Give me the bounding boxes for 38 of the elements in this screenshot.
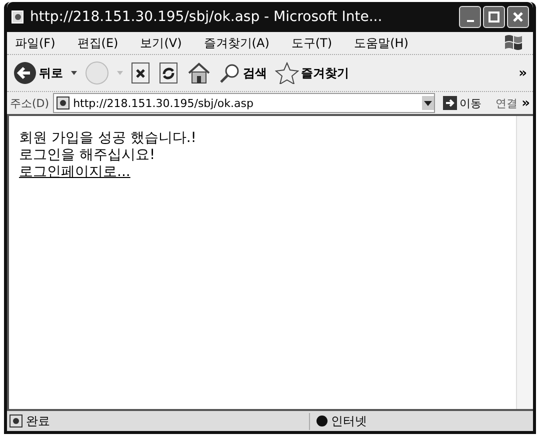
minimize-icon xyxy=(466,20,474,22)
menu-item[interactable]: 도움말(H) xyxy=(354,34,408,52)
toolbar-overflow-button[interactable]: » xyxy=(518,66,527,80)
maximize-button[interactable] xyxy=(483,6,505,28)
menu-item[interactable]: 편집(E) xyxy=(77,34,118,52)
menu-item[interactable]: 파일(F) xyxy=(15,34,56,52)
favorites-button[interactable]: 즐겨찾기 xyxy=(275,62,349,84)
links-overflow-button[interactable]: » xyxy=(522,96,530,110)
status-text: 완료 xyxy=(26,412,50,430)
close-button[interactable] xyxy=(507,6,529,28)
page-text: 로그인을 해주십시요! xyxy=(19,147,156,164)
page-link[interactable]: 로그인페이지로... xyxy=(19,164,130,181)
search-button[interactable]: 검색 xyxy=(219,62,267,84)
menu-item[interactable]: 도구(T) xyxy=(291,34,332,52)
dropdown-arrow-icon[interactable] xyxy=(71,71,77,75)
zone-text: 인터넷 xyxy=(331,412,367,430)
page-icon xyxy=(11,10,25,24)
close-icon xyxy=(512,11,524,23)
address-label: 주소(D) xyxy=(10,96,50,110)
star-icon xyxy=(275,62,299,84)
search-icon xyxy=(219,62,241,84)
links-button[interactable]: 연결 xyxy=(496,96,518,110)
maximize-icon xyxy=(488,11,500,23)
stop-icon[interactable] xyxy=(131,62,151,84)
go-button[interactable]: 이동 xyxy=(438,96,486,110)
refresh-icon[interactable] xyxy=(159,62,179,84)
home-icon[interactable] xyxy=(187,62,211,84)
back-button[interactable]: 뒤로 xyxy=(13,61,63,85)
windows-logo-icon xyxy=(503,33,525,53)
menu-item[interactable]: 보기(V) xyxy=(140,34,182,52)
window-title: http://218.151.30.195/sbj/ok.asp - Microsoft Inte... xyxy=(30,9,384,25)
minimize-button[interactable] xyxy=(459,6,481,28)
scrollbar[interactable] xyxy=(516,116,533,409)
address-field[interactable]: http://218.151.30.195/sbj/ok.asp xyxy=(53,93,435,113)
arrow-icon xyxy=(442,96,457,110)
page-icon xyxy=(56,96,70,110)
menu-item[interactable]: 즐겨찾기(A) xyxy=(204,34,270,52)
page-text: 회원 가입을 성공 했습니다.! xyxy=(19,130,196,147)
